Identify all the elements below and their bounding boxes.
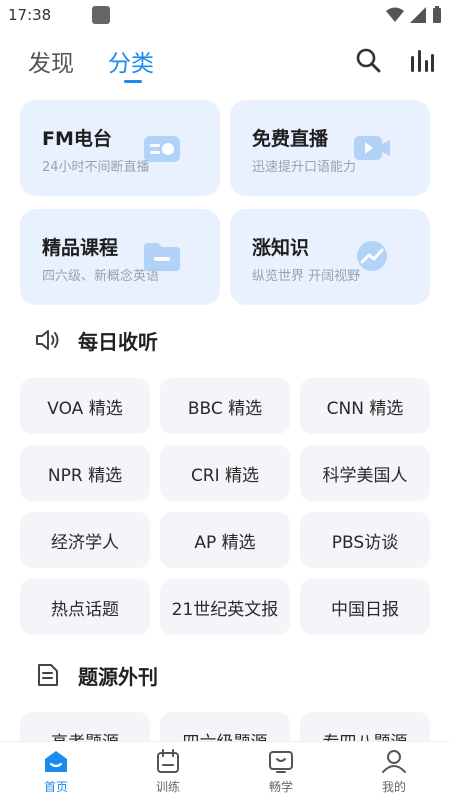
chip-voa[interactable]: VOA 精选 [20,378,150,434]
learn-icon [269,751,293,773]
section-title: 题源外刊 [78,665,158,689]
card-title: 涨知识 [252,237,310,259]
section-daily-listening: 每日收听 [0,320,450,360]
ranking-icon[interactable] [408,46,436,74]
battery-icon [433,6,441,23]
nav-training[interactable]: 训练 [133,748,203,795]
card-subtitle: 迅速提升口语能力 [252,160,357,175]
folder-icon [144,243,180,271]
bottom-nav: 首页 训练 畅学 我的 [0,741,450,800]
nav-learn[interactable]: 畅学 [246,748,316,795]
signal-icon [410,7,426,23]
top-header: 发现 分类 [0,36,450,86]
speaker-icon [36,330,59,350]
tab-category[interactable]: 分类 [108,44,154,78]
section-title: 每日收听 [78,330,158,354]
nav-home[interactable]: 首页 [21,748,91,795]
section-question-source: 题源外刊 [0,655,450,695]
chip-21st-century[interactable]: 21世纪英文报 [160,579,290,635]
chip-hot-topics[interactable]: 热点话题 [20,579,150,635]
status-time: 17:38 [8,6,52,24]
trend-icon [357,241,387,271]
tab-discover[interactable]: 发现 [28,44,74,78]
nav-profile[interactable]: 我的 [359,748,429,795]
card-knowledge[interactable]: 涨知识 纵览世界 开阔视野 [230,209,430,305]
card-title: FM电台 [42,128,112,150]
search-icon[interactable] [354,46,382,74]
card-subtitle: 纵览世界 开阔视野 [252,269,361,284]
video-icon [354,136,390,160]
home-icon [45,751,67,772]
chip-cnn[interactable]: CNN 精选 [300,378,430,434]
card-fm-radio[interactable]: FM电台 24小时不间断直播 [20,100,220,196]
profile-icon [382,750,406,773]
training-icon [157,749,179,773]
chip-scientific-american[interactable]: 科学美国人 [300,445,430,501]
card-free-live[interactable]: 免费直播 迅速提升口语能力 [230,100,430,196]
chip-ap[interactable]: AP 精选 [160,512,290,568]
radio-icon [144,136,180,162]
status-icons [386,6,442,24]
wifi-icon [386,7,404,22]
nav-label: 首页 [43,780,68,794]
chip-bbc[interactable]: BBC 精选 [160,378,290,434]
chip-cri[interactable]: CRI 精选 [160,445,290,501]
card-premium-course[interactable]: 精品课程 四六级、新概念英语 [20,209,220,305]
nav-label: 训练 [155,780,180,794]
active-tab-indicator [124,80,142,83]
card-title: 精品课程 [42,237,119,259]
status-bar: 17:38 [0,0,450,32]
card-subtitle: 24小时不间断直播 [42,160,150,175]
document-icon [38,664,58,686]
chip-china-daily[interactable]: 中国日报 [300,579,430,635]
chip-economist[interactable]: 经济学人 [20,512,150,568]
nav-label: 我的 [381,780,406,794]
chip-pbs[interactable]: PBS访谈 [300,512,430,568]
chip-npr[interactable]: NPR 精选 [20,445,150,501]
app-notification-icon [92,6,110,24]
card-title: 免费直播 [252,128,329,150]
nav-label: 畅学 [268,780,293,794]
